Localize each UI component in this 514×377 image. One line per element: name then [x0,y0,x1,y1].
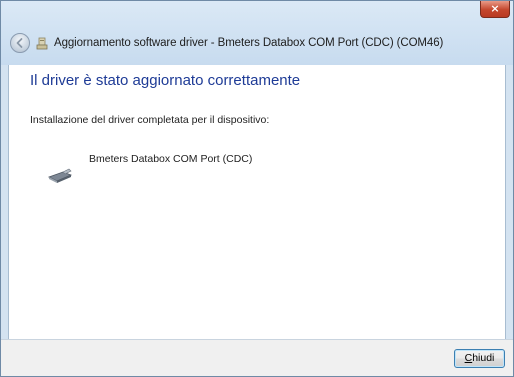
title-bar: × Aggiornamento software driver - Bmeter… [1,1,513,65]
back-arrow-icon [16,38,23,48]
window-title: Aggiornamento software driver - Bmeters … [54,37,444,49]
page-heading: Il driver è stato aggiornato correttamen… [30,72,301,89]
back-button[interactable] [10,33,30,53]
content-area: Il driver è stato aggiornato correttamen… [8,65,506,339]
close-button[interactable]: Chiudi [454,349,505,368]
close-icon: × [490,2,500,15]
device-name: Bmeters Databox COM Port (CDC) [89,153,253,165]
window-close-button[interactable]: × [480,1,510,18]
dialog-window: × Aggiornamento software driver - Bmeter… [0,0,514,377]
footer-bar: Chiudi [1,339,513,376]
serial-port-device-icon [47,168,73,183]
driver-install-icon [36,37,48,50]
status-text: Installazione del driver completata per … [30,114,270,126]
close-button-label: hiudi [472,352,495,364]
